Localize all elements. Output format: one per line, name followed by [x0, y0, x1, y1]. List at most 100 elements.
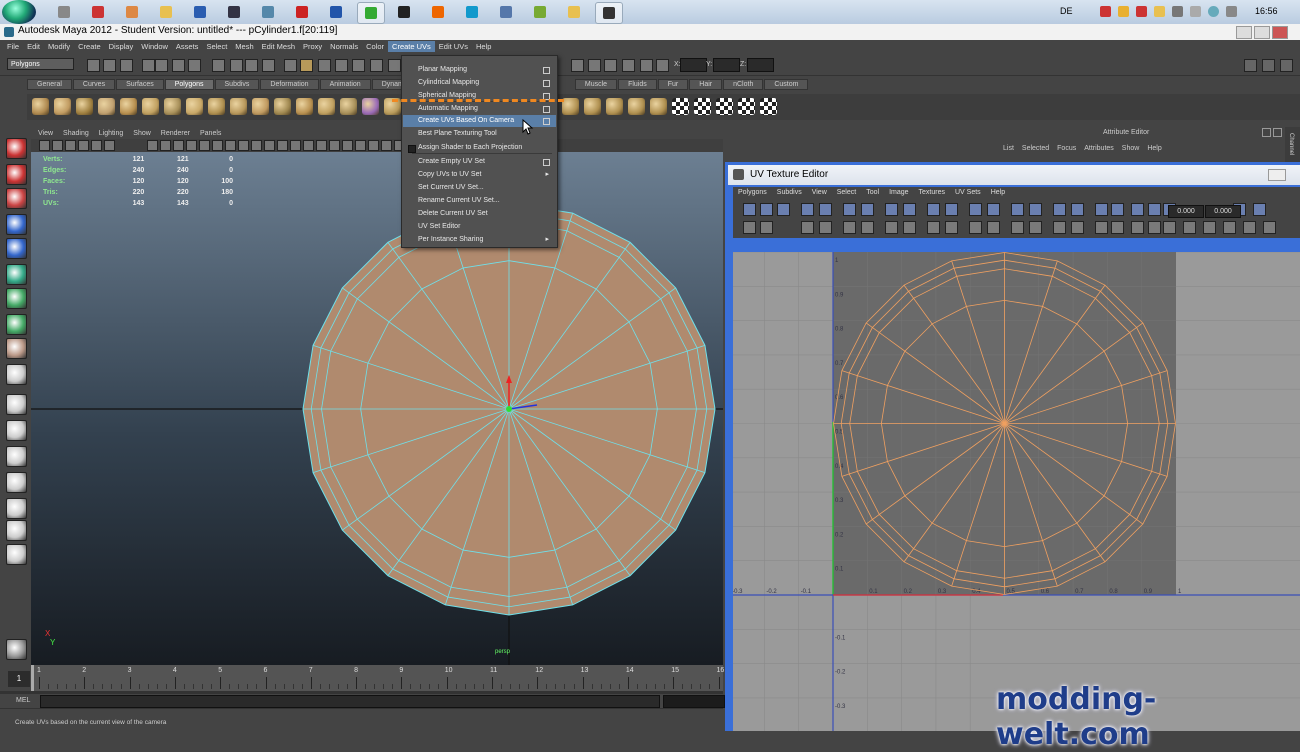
uv-tool-icon[interactable] [969, 203, 982, 216]
attr-menu-attributes[interactable]: Attributes [1080, 145, 1118, 152]
status-tool-icon[interactable] [604, 59, 617, 72]
shelf-tab-surfaces[interactable]: Surfaces [116, 79, 164, 90]
shelf-tool-icon[interactable] [76, 98, 93, 115]
toolbox-tool-icon[interactable] [6, 288, 27, 309]
clock[interactable]: 16:56 [1255, 6, 1278, 16]
viewport-menu-view[interactable]: View [33, 130, 58, 137]
taskbar-app-button[interactable] [357, 2, 385, 24]
uv-menu-select[interactable]: Select [832, 188, 861, 197]
taskbar-app-button[interactable] [51, 2, 77, 22]
uv-tool-icon[interactable] [927, 221, 940, 234]
status-tool-icon[interactable] [155, 59, 168, 72]
viewport-tool-icon[interactable] [91, 140, 102, 151]
shelf-tool-icon[interactable] [738, 98, 755, 115]
tray-flag-icon[interactable] [1154, 6, 1165, 17]
uv-tool-icon[interactable] [1243, 221, 1256, 234]
shelf-tool-icon[interactable] [54, 98, 71, 115]
viewport-tool-icon[interactable] [251, 140, 262, 151]
shelf-tool-icon[interactable] [606, 98, 623, 115]
current-frame-field[interactable]: 1 [8, 671, 30, 687]
menu-create[interactable]: Create [74, 41, 105, 52]
status-tool-icon[interactable] [262, 59, 275, 72]
shelf-tool-icon[interactable] [252, 98, 269, 115]
taskbar-app-button[interactable] [459, 2, 485, 22]
taskbar-app-button[interactable] [289, 2, 315, 22]
x-input[interactable] [680, 58, 707, 72]
status-tool-icon[interactable] [300, 59, 313, 72]
uv-tool-icon[interactable] [760, 203, 773, 216]
uv-menu-image[interactable]: Image [884, 188, 913, 197]
language-indicator[interactable]: DE [1060, 6, 1073, 16]
uv-tool-icon[interactable] [969, 221, 982, 234]
uv-tool-icon[interactable] [1203, 221, 1216, 234]
shelf-tool-icon[interactable] [584, 98, 601, 115]
menu-normals[interactable]: Normals [326, 41, 362, 52]
shelf-tool-icon[interactable] [318, 98, 335, 115]
viewport-tool-icon[interactable] [52, 140, 63, 151]
shelf-tool-icon[interactable] [98, 98, 115, 115]
uv-tool-icon[interactable] [1111, 203, 1124, 216]
toolbox-tool-icon[interactable] [6, 214, 27, 235]
toolbox-tool-icon[interactable] [6, 420, 27, 441]
taskbar-app-button[interactable] [85, 2, 111, 22]
status-tool-icon[interactable] [142, 59, 155, 72]
uv-tool-icon[interactable] [903, 221, 916, 234]
menu-item-create-empty-uv-set[interactable]: Create Empty UV Set [403, 156, 556, 168]
menu-item-rename-current-uv-set[interactable]: Rename Current UV Set... [403, 195, 556, 207]
status-tool-icon[interactable] [640, 59, 653, 72]
viewport-tool-icon[interactable] [264, 140, 275, 151]
shelf-tool-icon[interactable] [760, 98, 777, 115]
mel-label[interactable]: MEL [16, 697, 30, 704]
uv-tool-icon[interactable] [1263, 221, 1276, 234]
uv-menu-uv-sets[interactable]: UV Sets [950, 188, 986, 197]
uv-tool-icon[interactable] [1053, 221, 1066, 234]
uv-tool-icon[interactable] [927, 203, 940, 216]
uv-tool-icon[interactable] [1071, 221, 1084, 234]
viewport-menu-renderer[interactable]: Renderer [156, 130, 195, 137]
uv-tool-icon[interactable] [1029, 221, 1042, 234]
shelf-tool-icon[interactable] [142, 98, 159, 115]
shelf-tool-icon[interactable] [362, 98, 379, 115]
shelf-tool-icon[interactable] [716, 98, 733, 115]
checkbox-icon[interactable] [408, 145, 416, 153]
status-tool-icon[interactable] [388, 59, 401, 72]
toolbox-tool-icon[interactable] [6, 364, 27, 385]
uv-tool-icon[interactable] [1183, 221, 1196, 234]
shelf-tool-icon[interactable] [120, 98, 137, 115]
uv-tool-icon[interactable] [903, 203, 916, 216]
shelf-tool-icon[interactable] [274, 98, 291, 115]
menu-display[interactable]: Display [105, 41, 138, 52]
shelf-tab-custom[interactable]: Custom [764, 79, 809, 90]
uv-view-panel[interactable]: 1 0.9 0.8 0.7 0.6 0.5 0.4 0.3 0.2 0.1 -0.1 -0.2 -0.3… [733, 252, 1300, 731]
float-icon[interactable] [1262, 128, 1271, 137]
uv-tool-icon[interactable] [1011, 221, 1024, 234]
viewport-tool-icon[interactable] [147, 140, 158, 151]
menu-select[interactable]: Select [202, 41, 231, 52]
shelf-tool-icon[interactable] [672, 98, 689, 115]
toolbox-tool-icon[interactable] [6, 472, 27, 493]
shelf-tool-icon[interactable] [340, 98, 357, 115]
uv-menu-tool[interactable]: Tool [861, 188, 884, 197]
status-tool-icon[interactable] [212, 59, 225, 72]
viewport-tool-icon[interactable] [225, 140, 236, 151]
tray-app-icon[interactable] [1100, 6, 1111, 17]
taskbar-app-button[interactable] [119, 2, 145, 22]
menu-assets[interactable]: Assets [172, 41, 203, 52]
uv-tool-icon[interactable] [843, 221, 856, 234]
viewport-tool-icon[interactable] [212, 140, 223, 151]
cylinder-mesh[interactable] [31, 152, 723, 665]
toolbox-tool-icon[interactable] [6, 394, 27, 415]
menu-file[interactable]: File [3, 41, 23, 52]
uv-menu-help[interactable]: Help [986, 188, 1010, 197]
shelf-tool-icon[interactable] [164, 98, 181, 115]
menu-item-set-current-uv-set[interactable]: Set Current UV Set... [403, 182, 556, 194]
uv-menu-subdivs[interactable]: Subdivs [772, 188, 807, 197]
toolbox-tool-icon[interactable] [6, 238, 27, 259]
shelf-tab-polygons[interactable]: Polygons [164, 79, 214, 90]
viewport-tool-icon[interactable] [303, 140, 314, 151]
menu-help[interactable]: Help [472, 41, 495, 52]
status-tool-icon[interactable] [172, 59, 185, 72]
taskbar-app-button[interactable] [595, 2, 623, 24]
time-slider[interactable]: 1 2 3 4 5 6 7 8 9 10 11 12 13 14 15 16 [31, 665, 756, 691]
status-tool-icon[interactable] [284, 59, 297, 72]
